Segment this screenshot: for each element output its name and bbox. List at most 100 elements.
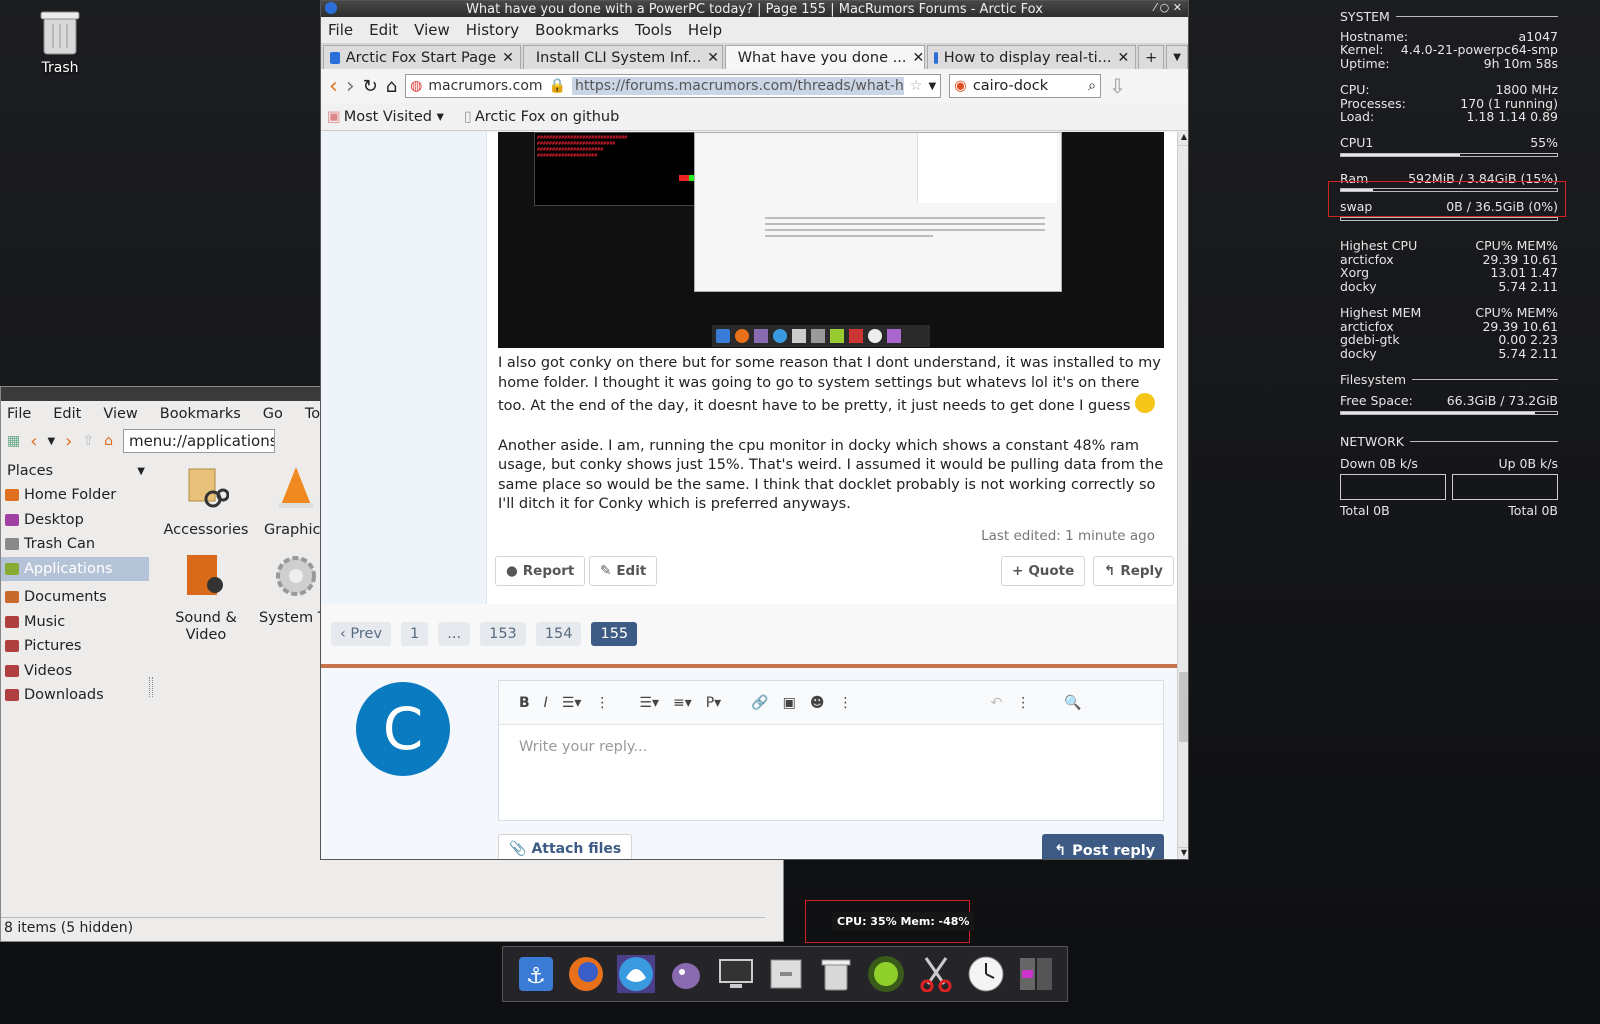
tab-1[interactable]: Arctic Fox Start Page ✕ <box>323 45 521 69</box>
search-box[interactable]: ◉ cairo-dock ⌕ <box>949 74 1102 98</box>
forward-icon[interactable]: › <box>346 74 355 99</box>
download-icon[interactable]: ⇩ <box>1109 74 1126 98</box>
image-icon[interactable]: ▣ <box>783 695 796 711</box>
app-graphics[interactable]: Graphics <box>251 465 321 539</box>
location-field[interactable]: menu://applications/ <box>122 429 275 453</box>
site-identity-icon[interactable]: ◍ <box>410 78 422 94</box>
url-text[interactable]: https://forums.macrumors.com/threads/wha… <box>571 77 904 95</box>
url-dropdown-icon[interactable]: ▼ <box>928 81 936 92</box>
link-icon[interactable]: 🔗 <box>751 695 768 711</box>
firefox-icon[interactable] <box>567 955 605 993</box>
fm-menu-file[interactable]: File <box>7 406 31 422</box>
reply-editor[interactable]: B I ☰▾ ⋮ ☰▾ ≡▾ P▾ 🔗 ▣ ☻ ⋮ ↶ ⋮ 🔍 Write yo… <box>498 680 1164 821</box>
sidebar-item-applications[interactable]: Applications <box>1 556 149 581</box>
back-icon[interactable]: ‹ <box>30 431 37 452</box>
scissors-icon[interactable] <box>917 955 955 993</box>
sidebar-resize-handle[interactable] <box>149 677 153 697</box>
menu-view[interactable]: View <box>414 21 450 39</box>
menu-file[interactable]: File <box>328 21 353 39</box>
tab-list-dropdown-icon[interactable]: ▼ <box>1166 45 1188 69</box>
preview-icon[interactable]: 🔍 <box>1064 695 1081 711</box>
clock-icon[interactable] <box>967 955 1005 993</box>
tab-3[interactable]: What have you done ... ✕ <box>724 45 925 69</box>
sidebar-item-videos[interactable]: Videos <box>1 659 151 684</box>
attach-files-button[interactable]: 📎 Attach files <box>498 834 633 859</box>
most-visited-bookmark[interactable]: ▣ Most Visited ▾ <box>327 109 444 125</box>
star-icon[interactable]: ☆ <box>910 78 923 94</box>
post-reply-button[interactable]: ↰ Post reply <box>1042 834 1164 859</box>
app-sound-video[interactable]: Sound & Video <box>161 553 251 644</box>
search-engine-icon[interactable]: ◉ <box>954 78 967 94</box>
more-icon[interactable]: ⋮ <box>595 695 609 711</box>
new-tab-button[interactable]: + <box>1138 45 1165 69</box>
home-icon[interactable]: ⌂ <box>104 433 113 449</box>
fm-menu-go[interactable]: Go <box>263 406 283 422</box>
history-dropdown-icon[interactable]: ▼ <box>47 436 55 447</box>
edit-button[interactable]: ✎ Edit <box>589 556 658 586</box>
workspace-switcher-icon[interactable] <box>1017 955 1055 993</box>
close-icon[interactable]: ✕ <box>912 50 923 66</box>
menu-edit[interactable]: Edit <box>369 21 398 39</box>
fm-menu-view[interactable]: View <box>103 406 137 422</box>
arctic-fox-icon[interactable] <box>617 955 655 993</box>
app-system-tools[interactable]: System To <box>251 553 321 627</box>
smiley-icon[interactable]: ☻ <box>810 695 825 711</box>
sidebar-item-home-folder[interactable]: Home Folder <box>1 483 151 508</box>
close-icon[interactable]: ✕ <box>502 50 514 66</box>
bold-icon[interactable]: B <box>519 695 530 711</box>
trash-icon[interactable] <box>817 955 855 993</box>
paragraph-icon[interactable]: P▾ <box>706 695 721 711</box>
page-1[interactable]: 1 <box>401 622 429 646</box>
trash-icon[interactable] <box>38 8 82 56</box>
cpu-monitor-icon[interactable] <box>867 955 905 993</box>
window-controls[interactable]: ⁄ ○ ✕ <box>1154 1 1182 14</box>
search-icon[interactable]: ⌕ <box>1088 78 1096 94</box>
font-size-icon[interactable]: ☰▾ <box>562 695 582 711</box>
more-icon[interactable]: ⋮ <box>839 695 853 711</box>
menu-bookmarks[interactable]: Bookmarks <box>535 21 619 39</box>
embedded-screenshot[interactable]: ############################## ##########… <box>498 132 1164 348</box>
sidebar-item-downloads[interactable]: Downloads <box>1 683 151 708</box>
file-cabinet-icon[interactable] <box>767 955 805 993</box>
page-scrollbar[interactable]: ▲ ▼ <box>1177 132 1188 859</box>
close-icon[interactable]: ✕ <box>1118 50 1130 66</box>
github-bookmark[interactable]: ▯ Arctic Fox on github <box>464 109 619 125</box>
reply-placeholder[interactable]: Write your reply... <box>499 725 1163 769</box>
page-prev[interactable]: ‹ Prev <box>331 622 392 646</box>
more-icon[interactable]: ⋮ <box>1016 695 1030 711</box>
search-text[interactable]: cairo-dock <box>973 78 1082 94</box>
anchor-icon[interactable]: ⚓ <box>517 955 555 993</box>
page-154[interactable]: 154 <box>535 622 582 646</box>
back-icon[interactable]: ‹ <box>329 74 338 99</box>
forward-icon[interactable]: › <box>65 431 72 452</box>
pidgin-icon[interactable] <box>667 955 705 993</box>
align-icon[interactable]: ≡▾ <box>673 695 692 711</box>
places-dropdown-icon[interactable]: ▼ <box>137 466 145 477</box>
quote-button[interactable]: + Quote <box>1001 556 1086 586</box>
avatar[interactable]: C <box>356 682 450 776</box>
sidebar-item-documents[interactable]: Documents <box>1 585 151 610</box>
menu-history[interactable]: History <box>466 21 519 39</box>
report-button[interactable]: ● Report <box>495 556 586 586</box>
url-bar[interactable]: ◍ macrumors.com 🔒 https://forums.macrumo… <box>405 74 942 98</box>
fm-menu-edit[interactable]: Edit <box>53 406 81 422</box>
close-icon[interactable]: ✕ <box>707 50 719 66</box>
home-icon[interactable]: ⌂ <box>386 76 397 97</box>
app-accessories[interactable]: Accessories <box>161 465 251 539</box>
browser-window[interactable]: What have you done with a PowerPC today?… <box>320 0 1189 860</box>
browser-titlebar[interactable]: What have you done with a PowerPC today?… <box>321 1 1188 17</box>
page-ellipsis[interactable]: ... <box>438 622 471 646</box>
sidebar-item-music[interactable]: Music <box>1 610 151 635</box>
list-icon[interactable]: ☰▾ <box>639 695 659 711</box>
new-tab-icon[interactable]: ▦ <box>7 433 20 449</box>
fm-menu-bookmarks[interactable]: Bookmarks <box>160 406 241 422</box>
sidebar-item-trash-can[interactable]: Trash Can <box>1 532 151 557</box>
undo-icon[interactable]: ↶ <box>991 695 1003 711</box>
menu-tools[interactable]: Tools <box>635 21 672 39</box>
up-icon[interactable]: ⇧ <box>82 433 94 449</box>
tab-4[interactable]: How to display real-ti... ✕ <box>926 45 1137 69</box>
reply-button[interactable]: ↰ Reply <box>1093 556 1174 586</box>
reload-icon[interactable]: ↻ <box>363 76 378 97</box>
menu-help[interactable]: Help <box>688 21 722 39</box>
page-155[interactable]: 155 <box>591 622 638 646</box>
